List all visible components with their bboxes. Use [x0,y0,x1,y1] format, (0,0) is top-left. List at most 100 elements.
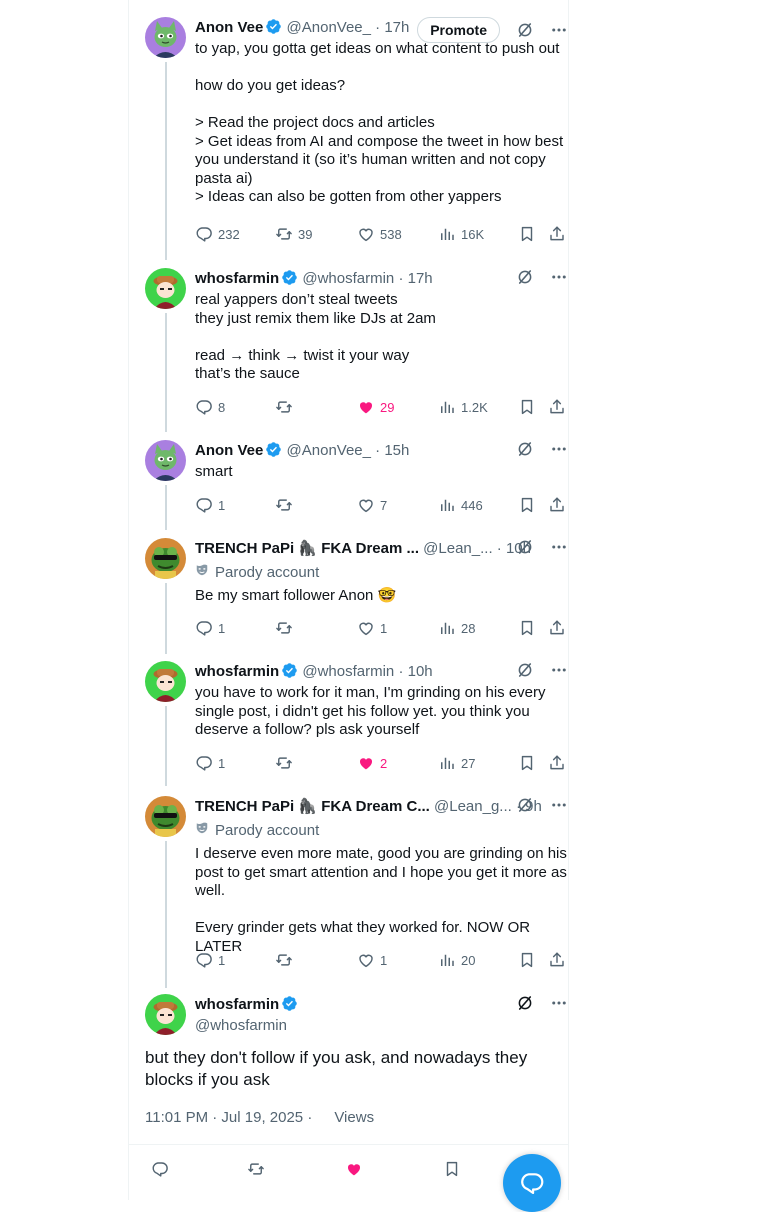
repost-button[interactable] [275,398,298,416]
share-icon[interactable] [548,951,566,969]
bookmark-icon[interactable] [518,619,536,637]
views-button[interactable]: 1.2K [438,398,488,416]
more-icon[interactable] [550,440,568,458]
compose-reply-icon[interactable] [503,1154,561,1212]
reply-icon[interactable] [150,1159,170,1179]
reply-tweet[interactable]: Anon Vee @AnonVee_ · 17h Promote to yap, y… [128,17,568,268]
verified-badge-icon[interactable] [265,18,282,35]
reply-button[interactable]: 1 [195,496,225,514]
verified-badge-icon[interactable] [281,269,298,286]
like-icon [357,754,375,772]
reply-tweet[interactable]: whosfarmin @whosfarmin · 10h you have to … [128,661,568,794]
reply-tweet[interactable]: TRENCH PaPi 🦍 FKA Dream ... @Lean_... · … [128,538,568,662]
reply-icon [195,951,213,969]
more-icon[interactable] [550,661,568,679]
views-button[interactable]: 16K [438,225,484,243]
views-icon [438,619,456,637]
verified-badge-icon[interactable] [281,995,298,1012]
views-count: 446 [461,497,483,513]
verified-badge-icon[interactable] [281,662,298,679]
avatar[interactable] [145,661,186,702]
reply-button[interactable]: 1 [195,619,225,637]
author-name[interactable]: TRENCH PaPi 🦍 FKA Dream ... [195,540,419,557]
reply-button[interactable]: 232 [195,225,240,243]
bookmark-icon[interactable] [518,754,536,772]
share-icon[interactable] [548,754,566,772]
reply-tweet[interactable]: TRENCH PaPi 🦍 FKA Dream C... @Lean_g... … [128,796,568,996]
author-name[interactable]: whosfarmin [195,996,279,1013]
grok-icon[interactable] [516,268,534,286]
share-icon[interactable] [548,398,566,416]
reply-tweet[interactable]: Anon Vee @AnonVee_ · 15h smart 1 7 446 [128,440,568,538]
grok-icon[interactable] [516,994,534,1012]
bookmark-icon[interactable] [518,398,536,416]
views-button[interactable]: 446 [438,496,483,514]
verified-badge-icon[interactable] [265,441,282,458]
bookmark-icon[interactable] [518,225,536,243]
author-name[interactable]: whosfarmin [195,270,279,287]
grok-icon[interactable] [516,661,534,679]
reply-tweet[interactable]: whosfarmin @whosfarmin · 17h real yappers… [128,268,568,440]
avatar[interactable] [145,796,186,837]
tweet-text: to yap, you gotta get ideas on what cont… [195,40,564,205]
author-handle[interactable]: @whosfarmin [195,1016,568,1036]
repost-icon[interactable] [246,1159,266,1179]
repost-button[interactable] [275,951,298,969]
author-name[interactable]: TRENCH PaPi 🦍 FKA Dream C... [195,798,430,815]
author-handle[interactable]: @AnonVee_ [287,442,371,459]
grok-icon[interactable] [516,538,534,556]
share-icon[interactable] [548,225,566,243]
avatar[interactable] [145,440,186,481]
promote-button[interactable]: Promote [417,17,500,43]
grok-icon[interactable] [516,440,534,458]
like-button[interactable]: 2 [357,754,387,772]
like-icon[interactable] [344,1159,364,1179]
like-button[interactable]: 7 [357,496,387,514]
author-name[interactable]: Anon Vee [195,19,263,36]
reply-button[interactable]: 8 [195,398,225,416]
author-handle[interactable]: @whosfarmin [302,663,394,680]
bookmark-icon[interactable] [442,1159,462,1179]
tweet-time[interactable]: 17h [408,270,433,287]
views-button[interactable]: 27 [438,754,475,772]
author-handle[interactable]: @Lean_g... [434,798,512,815]
grok-icon[interactable] [516,21,534,39]
more-icon[interactable] [550,268,568,286]
repost-button[interactable] [275,496,298,514]
more-icon[interactable] [550,21,568,39]
author-name[interactable]: Anon Vee [195,442,263,459]
tweet-timestamp[interactable]: 11:01 PM · Jul 19, 2025 · [145,1109,312,1126]
like-button[interactable]: 538 [357,225,402,243]
more-icon[interactable] [550,994,568,1012]
avatar[interactable] [145,538,186,579]
share-icon[interactable] [548,496,566,514]
avatar[interactable] [145,994,186,1035]
repost-button[interactable] [275,619,298,637]
reply-button[interactable]: 1 [195,754,225,772]
share-icon[interactable] [548,619,566,637]
avatar[interactable] [145,268,186,309]
tweet-time[interactable]: 10h [408,663,433,680]
parody-text: Parody account [215,822,320,839]
avatar[interactable] [145,17,186,58]
tweet-time[interactable]: 17h [384,19,409,36]
author-handle[interactable]: @whosfarmin [302,270,394,287]
views-button[interactable]: 28 [438,619,475,637]
reply-button[interactable]: 1 [195,951,225,969]
like-button[interactable]: 29 [357,398,394,416]
author-handle[interactable]: @Lean_... [423,540,492,557]
more-icon[interactable] [550,538,568,556]
like-button[interactable]: 1 [357,951,387,969]
bookmark-icon[interactable] [518,496,536,514]
grok-icon[interactable] [516,796,534,814]
repost-button[interactable] [275,754,298,772]
views-button[interactable]: 20 [438,951,475,969]
more-icon[interactable] [550,796,568,814]
author-name[interactable]: whosfarmin [195,663,279,680]
bookmark-icon[interactable] [518,951,536,969]
like-button[interactable]: 1 [357,619,387,637]
tweet-time[interactable]: 15h [384,442,409,459]
repost-button[interactable]: 39 [275,225,312,243]
repost-icon [275,754,293,772]
author-handle[interactable]: @AnonVee_ [287,19,371,36]
